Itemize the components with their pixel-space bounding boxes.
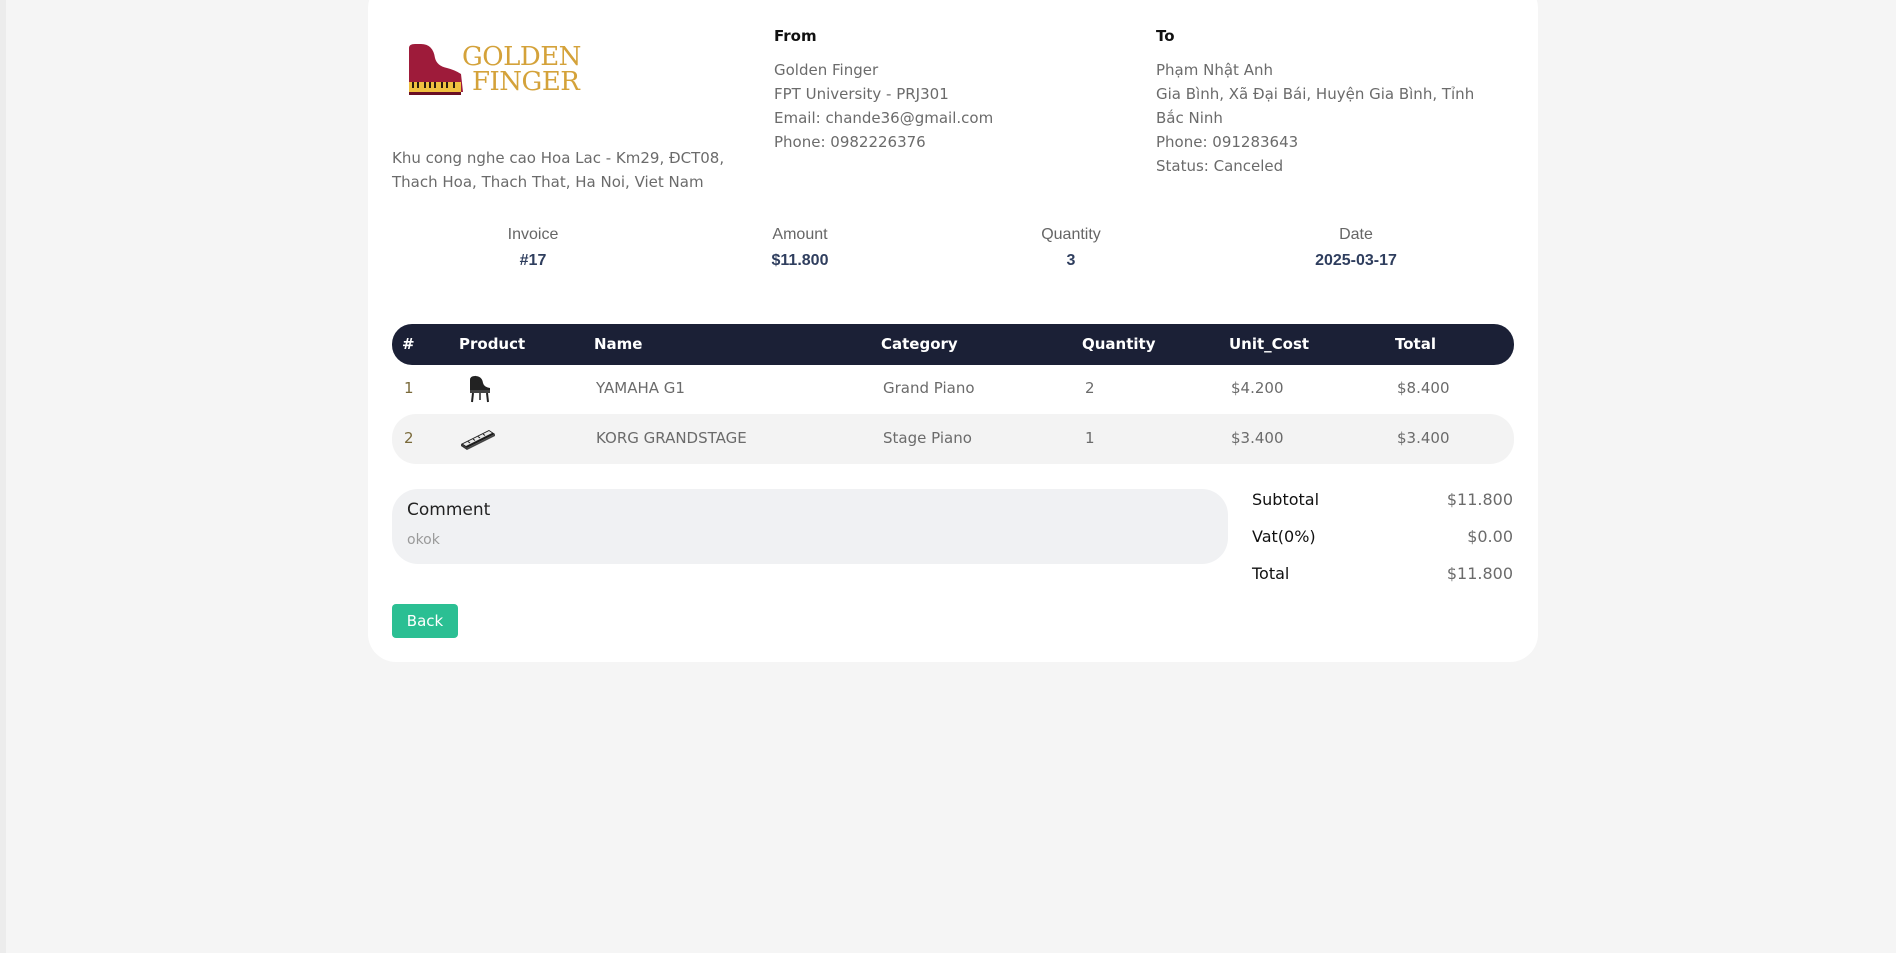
invoice-label: Invoice — [507, 226, 559, 243]
product-total: $3.400 — [1397, 429, 1450, 447]
subtotal-value: $11.800 — [1446, 490, 1513, 509]
vat-label: Vat(0%) — [1252, 527, 1316, 546]
stage-piano-icon — [459, 424, 497, 458]
from-phone: Phone: 0982226376 — [774, 133, 926, 151]
to-status: Status: Canceled — [1156, 157, 1284, 175]
grand-piano-icon — [464, 374, 494, 408]
col-header-product: Product — [459, 335, 526, 353]
quantity-value: 3 — [1066, 252, 1076, 269]
table-row: 2 KORG GRANDSTAGE Stage Piano 1 $3.400 $… — [392, 414, 1514, 464]
golden-finger-logo: GOLDEN FINGER — [407, 44, 583, 100]
product-name: KORG GRANDSTAGE — [596, 429, 747, 447]
product-total: $8.400 — [1397, 379, 1450, 397]
col-header-category: Category — [881, 335, 958, 353]
table-header: # Product Name Category Quantity Unit_Co… — [392, 324, 1514, 365]
back-button[interactable]: Back — [392, 604, 458, 638]
product-category: Grand Piano — [883, 379, 975, 397]
date-value: 2025-03-17 — [1315, 252, 1397, 269]
product-quantity: 1 — [1085, 429, 1095, 447]
total-label: Total — [1252, 564, 1290, 583]
from-org: FPT University - PRJ301 — [774, 85, 949, 103]
total-value: $11.800 — [1446, 564, 1513, 583]
to-phone: Phone: 091283643 — [1156, 133, 1299, 151]
amount-value: $11.800 — [771, 252, 829, 269]
subtotal-label: Subtotal — [1252, 490, 1320, 509]
summary-date: Date 2025-03-17 — [1256, 226, 1456, 270]
product-name: YAMAHA G1 — [596, 379, 685, 397]
col-header-name: Name — [594, 335, 643, 353]
amount-label: Amount — [772, 226, 828, 243]
col-header-unit-cost: Unit_Cost — [1229, 335, 1310, 353]
from-block: From Golden Finger FPT University - PRJ3… — [774, 24, 1114, 154]
product-category: Stage Piano — [883, 429, 972, 447]
to-block: To Phạm Nhật Anh Gia Bình, Xã Đại Bái, H… — [1156, 24, 1506, 178]
table-row: 1 YAMAHA G1 Grand Piano 2 $4.200 $8.400 — [392, 364, 1514, 414]
col-header-total: Total — [1395, 335, 1436, 353]
vat-value: $0.00 — [1467, 527, 1513, 546]
to-name: Phạm Nhật Anh — [1156, 61, 1273, 79]
date-label: Date — [1339, 226, 1373, 243]
to-heading: To — [1156, 27, 1175, 45]
from-name: Golden Finger — [774, 61, 879, 79]
row-number: 2 — [404, 429, 414, 447]
col-header-quantity: Quantity — [1082, 335, 1156, 353]
row-number: 1 — [404, 379, 414, 397]
comment-text: okok — [407, 532, 440, 548]
summary-amount: Amount $11.800 — [700, 226, 900, 270]
piano-logo-icon — [409, 44, 463, 95]
from-heading: From — [774, 27, 817, 45]
summary-invoice: Invoice #17 — [433, 226, 633, 270]
summary-quantity: Quantity 3 — [971, 226, 1171, 270]
to-address: Gia Bình, Xã Đại Bái, Huyện Gia Bình, Tỉ… — [1156, 85, 1475, 127]
company-address: Khu cong nghe cao Hoa Lac - Km29, ĐCT08,… — [392, 149, 725, 191]
col-header-number: # — [402, 335, 415, 353]
page-edge — [0, 0, 6, 953]
product-quantity: 2 — [1085, 379, 1095, 397]
logo-wordmark: GOLDEN FINGER — [462, 44, 581, 97]
comment-box: Comment okok — [392, 489, 1228, 564]
quantity-label: Quantity — [1041, 226, 1101, 243]
from-email: Email: chande36@gmail.com — [774, 109, 994, 127]
comment-title: Comment — [407, 500, 491, 520]
product-unit-cost: $3.400 — [1231, 429, 1284, 447]
invoice-value: #17 — [519, 252, 547, 269]
product-unit-cost: $4.200 — [1231, 379, 1284, 397]
logo-line-2: FINGER — [472, 67, 580, 97]
